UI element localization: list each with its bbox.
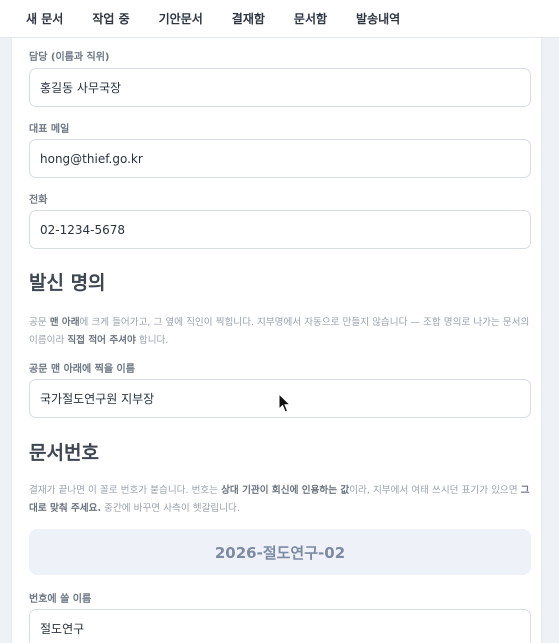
tab-drafts[interactable]: 기안문서 — [159, 10, 203, 27]
docnum-section-title: 문서번호 — [29, 442, 99, 464]
docnum-description: 결재가 끝나면 이 꼴로 번호가 붙습니다. 번호는 상대 기관이 회신에 인용… — [29, 485, 530, 514]
docnum-preview: 2026-절도연구-02 — [29, 529, 531, 575]
phone-field[interactable] — [29, 210, 531, 249]
tab-document-box[interactable]: 문서함 — [294, 10, 327, 27]
sender-description: 공문 맨 아래에 크게 들어가고, 그 옆에 직인이 찍힙니다. 지부명에서 자… — [29, 317, 530, 346]
top-navigation: 새 문서 작업 중 기안문서 결재함 문서함 발송내역 — [0, 0, 559, 38]
phone-label: 전화 — [29, 195, 48, 206]
tab-approval-box[interactable]: 결재함 — [232, 10, 265, 27]
manager-field[interactable] — [29, 68, 531, 107]
tab-sent-history[interactable]: 발송내역 — [356, 10, 400, 27]
docnum-prefix-field[interactable] — [29, 609, 531, 643]
email-label: 대표 메일 — [29, 124, 70, 135]
mouse-pointer-icon — [278, 393, 292, 413]
manager-label: 담당 (이름과 직위) — [29, 52, 110, 63]
email-field[interactable] — [29, 139, 531, 178]
settings-form-panel: 담당 (이름과 직위) 대표 메일 전화 발신 명의 공문 맨 아래에 크게 들… — [11, 38, 542, 643]
tab-in-progress[interactable]: 작업 중 — [92, 10, 129, 27]
docnum-prefix-label: 번호에 쓸 이름 — [29, 594, 92, 605]
sender-name-label: 공문 맨 아래에 찍을 이름 — [29, 364, 135, 375]
tab-new-document[interactable]: 새 문서 — [26, 10, 63, 27]
sender-section-title: 발신 명의 — [29, 272, 106, 294]
